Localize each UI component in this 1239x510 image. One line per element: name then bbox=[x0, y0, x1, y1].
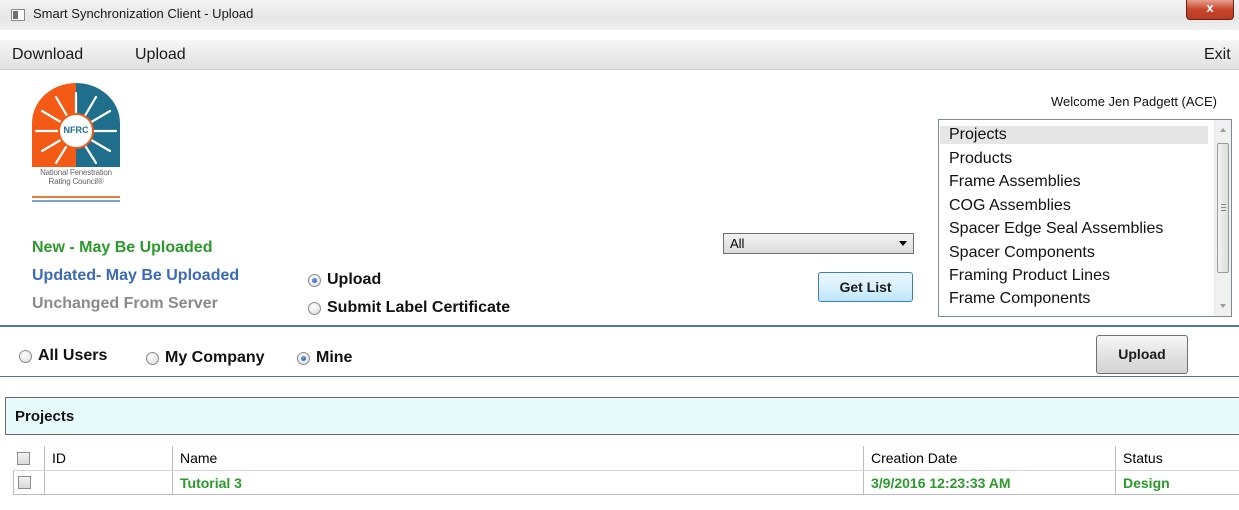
header-creation-date[interactable]: Creation Date bbox=[864, 446, 1116, 470]
cell-name: Tutorial 3 bbox=[173, 471, 864, 494]
legend-unchanged: Unchanged From Server bbox=[32, 295, 218, 312]
legend-new: New - May Be Uploaded bbox=[32, 239, 213, 256]
list-item-cog-assemblies[interactable]: COG Assemblies bbox=[949, 197, 1071, 215]
projects-grid: ID Name Creation Date Status Tutorial 3 … bbox=[13, 446, 1239, 495]
list-item-framing-product-lines[interactable]: Framing Product Lines bbox=[949, 267, 1110, 285]
list-item-spacer-components[interactable]: Spacer Components bbox=[949, 244, 1095, 262]
type-listbox[interactable]: Projects Products Frame Assemblies COG A… bbox=[938, 119, 1232, 317]
upload-radio[interactable]: Upload bbox=[308, 271, 381, 289]
upload-button[interactable]: Upload bbox=[1096, 335, 1188, 374]
row-select-cell bbox=[13, 471, 45, 494]
submit-label-certificate-radio[interactable]: Submit Label Certificate bbox=[308, 299, 510, 317]
header-select-all-cell bbox=[13, 446, 45, 470]
row-checkbox[interactable] bbox=[18, 476, 31, 489]
grid-header-row: ID Name Creation Date Status bbox=[13, 446, 1239, 471]
list-item-frame-assemblies[interactable]: Frame Assemblies bbox=[949, 173, 1081, 191]
window-title: Smart Synchronization Client - Upload bbox=[33, 6, 254, 21]
radio-checked-icon bbox=[297, 351, 310, 365]
chevron-down-icon bbox=[899, 241, 907, 246]
welcome-text: Welcome Jen Padgett (ACE) bbox=[1051, 94, 1217, 109]
section-divider bbox=[0, 376, 1239, 377]
scroll-thumb[interactable] bbox=[1217, 143, 1229, 273]
cell-status: Design bbox=[1123, 474, 1170, 491]
logo-subtitle: National Fenestration Rating Council® bbox=[28, 168, 124, 186]
filter-dropdown-value: All bbox=[730, 236, 745, 251]
my-company-label: My Company bbox=[165, 349, 265, 366]
title-bar: Smart Synchronization Client - Upload x bbox=[0, 0, 1239, 30]
logo-divider bbox=[32, 196, 120, 202]
header-status[interactable]: Status bbox=[1116, 446, 1239, 470]
radio-unchecked-icon bbox=[308, 301, 321, 315]
get-list-button[interactable]: Get List bbox=[818, 272, 913, 302]
radio-unchecked-icon bbox=[146, 351, 159, 365]
app-window-icon bbox=[11, 9, 25, 21]
menu-exit[interactable]: Exit bbox=[1204, 46, 1231, 64]
cell-id bbox=[45, 471, 173, 494]
cell-creation-date: 3/9/2016 12:23:33 AM bbox=[864, 471, 1116, 494]
list-item-spacer-edge-seal-assemblies[interactable]: Spacer Edge Seal Assemblies bbox=[949, 220, 1163, 238]
radio-checked-icon bbox=[308, 273, 321, 287]
all-users-radio[interactable]: All Users bbox=[19, 347, 107, 365]
mine-label: Mine bbox=[316, 349, 353, 366]
nfrc-logo bbox=[32, 83, 120, 167]
select-all-checkbox[interactable] bbox=[17, 451, 30, 465]
list-item-products[interactable]: Products bbox=[949, 150, 1012, 168]
list-item-projects[interactable]: Projects bbox=[940, 126, 1208, 144]
scroll-down-icon[interactable] bbox=[1220, 304, 1226, 308]
list-item-frame-components[interactable]: Frame Components bbox=[949, 290, 1090, 308]
header-id[interactable]: ID bbox=[45, 446, 173, 470]
menu-download[interactable]: Download bbox=[12, 46, 83, 64]
section-divider bbox=[0, 325, 1239, 327]
header-name[interactable]: Name bbox=[173, 446, 864, 470]
logo-subtitle-line1: National Fenestration bbox=[40, 168, 112, 177]
logo-acronym: NFRC bbox=[63, 125, 89, 135]
menu-bar: Download Upload Exit bbox=[0, 40, 1239, 70]
table-row[interactable]: Tutorial 3 3/9/2016 12:23:33 AM Design bbox=[13, 471, 1239, 495]
logo-subtitle-line2: Rating Council® bbox=[48, 177, 104, 186]
legend-updated: Updated- May Be Uploaded bbox=[32, 267, 240, 284]
menu-upload[interactable]: Upload bbox=[135, 46, 186, 64]
listbox-scrollbar[interactable] bbox=[1214, 120, 1231, 316]
grip-icon bbox=[1221, 204, 1226, 211]
radio-unchecked-icon bbox=[19, 349, 32, 363]
mine-radio[interactable]: Mine bbox=[297, 349, 352, 367]
projects-title: Projects bbox=[15, 408, 75, 425]
scroll-up-icon[interactable] bbox=[1220, 128, 1226, 132]
my-company-radio[interactable]: My Company bbox=[146, 349, 265, 367]
submit-label-certificate-label: Submit Label Certificate bbox=[327, 299, 511, 316]
all-users-label: All Users bbox=[38, 347, 108, 364]
window-close-button[interactable]: x bbox=[1186, 0, 1234, 20]
projects-section-header: Projects bbox=[5, 397, 1239, 435]
filter-dropdown[interactable]: All bbox=[723, 233, 914, 254]
upload-radio-label: Upload bbox=[327, 271, 382, 288]
